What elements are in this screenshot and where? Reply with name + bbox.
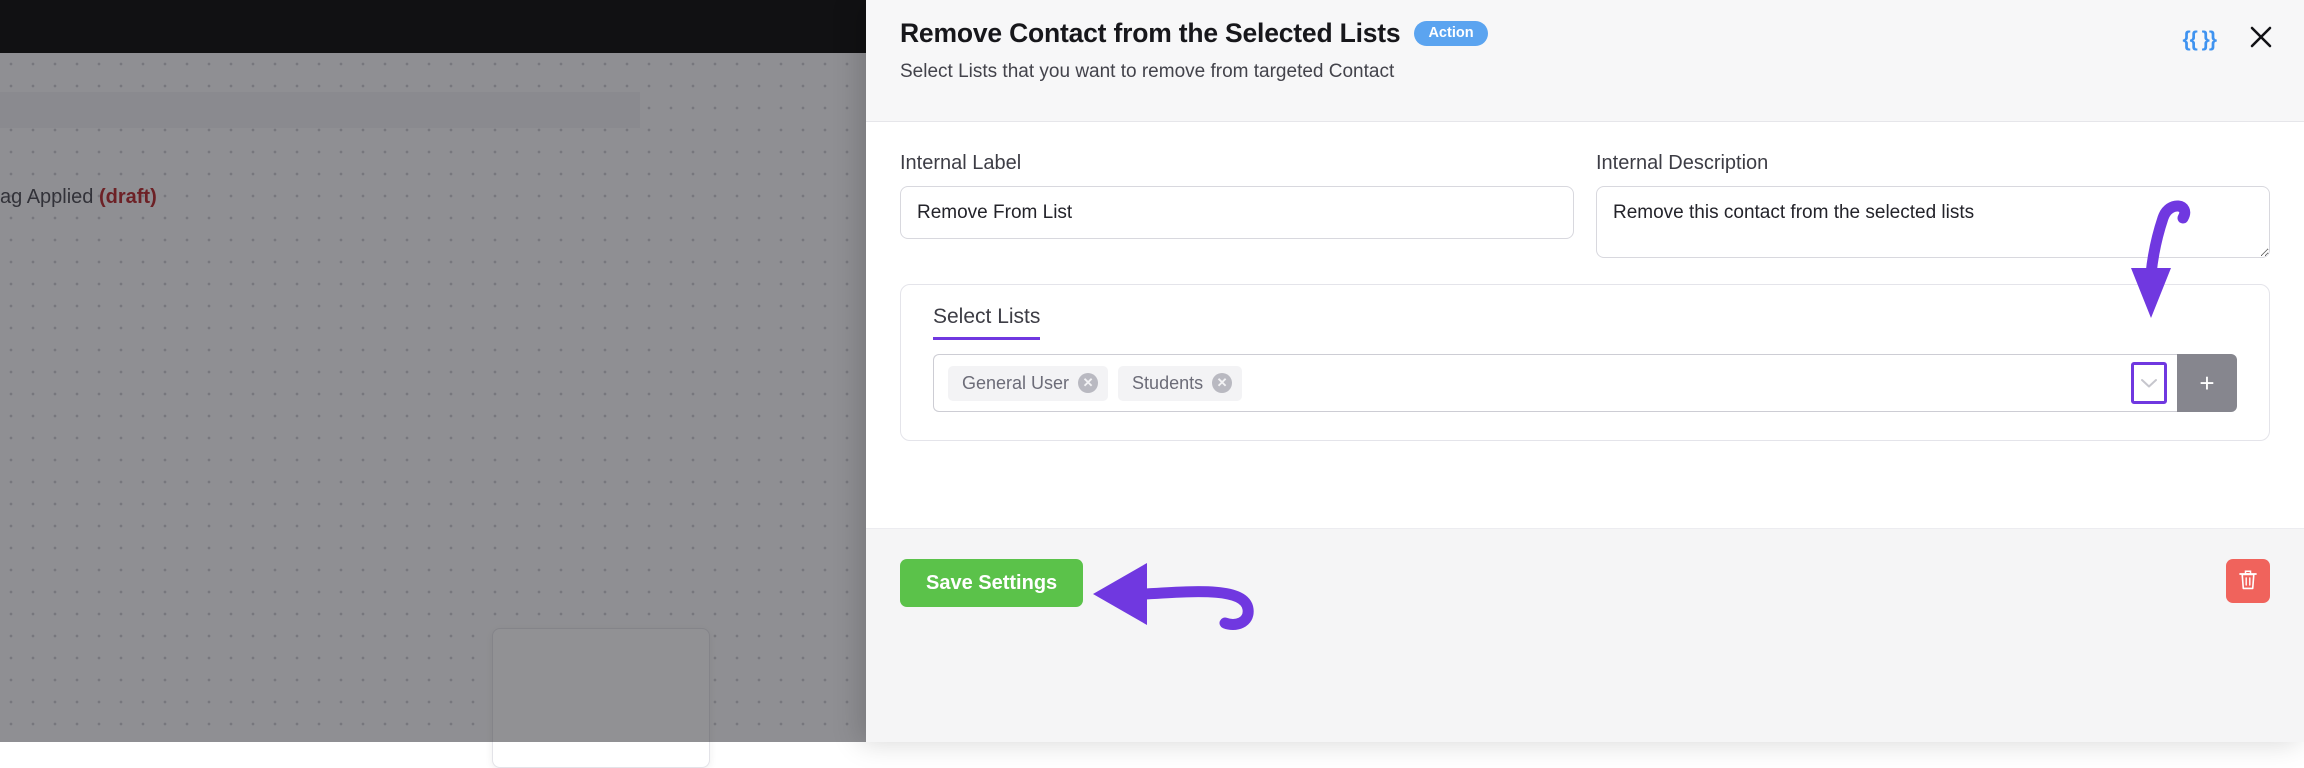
modal-scrim[interactable] [0,53,866,742]
tab-select-lists[interactable]: Select Lists [933,305,1040,340]
chevron-down-icon[interactable] [2131,362,2167,404]
chip-remove-icon[interactable]: ✕ [1212,373,1232,393]
close-icon[interactable] [2246,22,2276,57]
merge-tags-icon[interactable]: {{ }} [2182,28,2216,52]
drawer-subtitle: Select Lists that you want to remove fro… [900,61,2268,83]
action-settings-drawer: Remove Contact from the Selected Lists A… [866,0,2304,742]
list-item[interactable]: Students ✕ [1118,366,1242,401]
drawer-header: Remove Contact from the Selected Lists A… [866,0,2304,122]
select-lists-tab-row: Select Lists [933,305,2237,340]
internal-label-input[interactable] [900,186,1574,239]
chip-label: General User [962,373,1069,394]
drawer-title-row: Remove Contact from the Selected Lists A… [900,18,2268,49]
status-badge: Action [1414,21,1487,47]
internal-label-label: Internal Label [900,152,1574,175]
select-lists-row: General User ✕ Students ✕ + [933,354,2237,412]
select-lists-group: Select Lists General User ✕ Students ✕ [900,284,2270,441]
add-list-button[interactable]: + [2177,354,2237,412]
fields-grid: Internal Label Internal Description [900,152,2270,258]
chip-label: Students [1132,373,1203,394]
modal-scrim-top [0,0,866,53]
page-title: Remove Contact from the Selected Lists [900,18,1400,49]
trash-icon [2237,568,2259,595]
internal-description-label: Internal Description [1596,152,2270,175]
internal-description-field-group: Internal Description [1596,152,2270,258]
internal-label-field-group: Internal Label [900,152,1574,258]
list-item[interactable]: General User ✕ [948,366,1108,401]
internal-description-textarea[interactable] [1596,186,2270,258]
drawer-body: Internal Label Internal Description Sele… [866,122,2304,528]
delete-action-button[interactable] [2226,559,2270,603]
save-button[interactable]: Save Settings [900,559,1083,607]
drawer-footer: Save Settings [866,528,2304,742]
drawer-header-actions: {{ }} [2182,22,2276,57]
chip-remove-icon[interactable]: ✕ [1078,373,1098,393]
select-lists-multiselect[interactable]: General User ✕ Students ✕ [933,354,2177,412]
